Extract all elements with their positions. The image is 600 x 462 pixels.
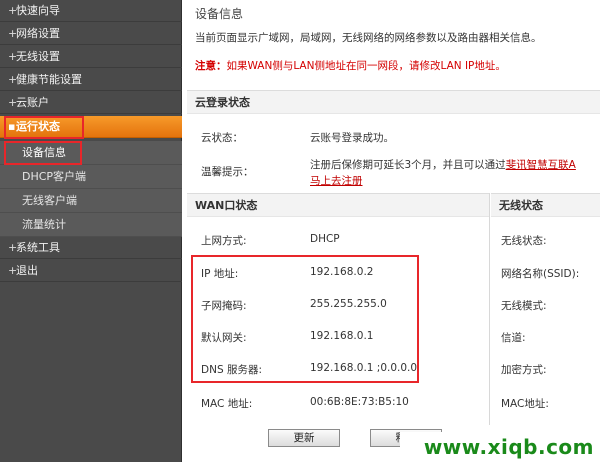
sidebar-item-power-saving[interactable]: +健康节能设置 bbox=[0, 69, 182, 91]
expand-plus-icon: + bbox=[8, 241, 18, 254]
sidebar-item-label: 系统工具 bbox=[16, 241, 60, 254]
expand-plus-icon: + bbox=[8, 27, 18, 40]
expand-plus-icon: + bbox=[8, 50, 18, 63]
wan-row-label: DNS 服务器: bbox=[201, 364, 262, 376]
sidebar-item-label: 退出 bbox=[16, 264, 38, 277]
sidebar-subitem-traffic-stats[interactable]: 流量统计 bbox=[0, 213, 182, 237]
refresh-button[interactable]: 更新 bbox=[268, 429, 340, 447]
wan-row-value: 255.255.255.0 bbox=[310, 298, 387, 310]
page-title: 设备信息 bbox=[195, 7, 244, 21]
sidebar-item-network-settings[interactable]: +网络设置 bbox=[0, 23, 182, 45]
wan-row-value: 00:6B:8E:73:B5:10 bbox=[310, 396, 409, 408]
wireless-row-label: 加密方式: bbox=[501, 364, 547, 376]
cloud-tip-label: 温馨提示： bbox=[201, 166, 254, 178]
sidebar-subitem-dhcp-clients[interactable]: DHCP客户端 bbox=[0, 165, 182, 189]
sidebar-item-label: 健康节能设置 bbox=[16, 73, 82, 86]
wireless-row-label: 信道: bbox=[501, 332, 526, 344]
notice-body: 如果WAN侧与LAN侧地址在同一网段，请修改LAN IP地址。 bbox=[226, 60, 506, 72]
site-watermark: www.xiqb.com bbox=[400, 432, 600, 462]
wan-row-value: 192.168.0.1 ;0.0.0.0 bbox=[310, 362, 418, 374]
notice-text: 注意：如果WAN侧与LAN侧地址在同一网段，请修改LAN IP地址。 bbox=[195, 58, 506, 73]
wan-row-label: 默认网关: bbox=[201, 332, 247, 344]
sidebar-item-quick-setup[interactable]: +快速向导 bbox=[0, 0, 182, 22]
sidebar-item-label: 网络设置 bbox=[16, 27, 60, 40]
cloud-status-value: 云账号登录成功。 bbox=[310, 132, 394, 144]
sidebar-nav: +快速向导 +网络设置 +无线设置 +健康节能设置 +云账户 ▪运行状态 设备信… bbox=[0, 0, 182, 462]
wan-status-heading: WAN口状态 bbox=[187, 193, 489, 217]
sidebar-item-system-tools[interactable]: +系统工具 bbox=[0, 237, 182, 259]
wan-row-value: 192.168.0.2 bbox=[310, 266, 374, 278]
expand-plus-icon: + bbox=[8, 264, 18, 277]
wan-row-label: 上网方式: bbox=[201, 235, 247, 247]
wireless-row-label: 无线状态: bbox=[501, 235, 547, 247]
cloud-tip-text: 注册后保修期可延长3个月，并且可以通过斐讯智慧互联A bbox=[310, 157, 576, 172]
sidebar-item-label: 运行状态 bbox=[16, 120, 60, 133]
register-link-row: 马上去注册 bbox=[310, 173, 363, 188]
sidebar-subitem-label: DHCP客户端 bbox=[22, 170, 87, 183]
wireless-status-heading: 无线状态 bbox=[491, 193, 600, 217]
wan-row-label: MAC 地址: bbox=[201, 398, 253, 410]
sidebar-item-label: 云账户 bbox=[16, 96, 49, 109]
sidebar-subitem-wireless-clients[interactable]: 无线客户端 bbox=[0, 189, 182, 213]
cloud-status-heading: 云登录状态 bbox=[187, 90, 600, 114]
column-divider bbox=[489, 193, 490, 425]
wan-row-value: DHCP bbox=[310, 233, 340, 245]
sidebar-item-running-status[interactable]: ▪运行状态 bbox=[0, 116, 182, 138]
cloud-tip-body: 注册后保修期可延长3个月，并且可以通过 bbox=[310, 159, 506, 171]
register-link[interactable]: 马上去注册 bbox=[310, 175, 363, 187]
wan-row-label: 子网掩码: bbox=[201, 300, 247, 312]
main-content: 设备信息 当前页面显示广域网，局域网，无线网络的网络参数以及路由器相关信息。 注… bbox=[183, 0, 600, 462]
cloud-status-label: 云状态： bbox=[201, 132, 243, 144]
cloud-tip-link[interactable]: 斐讯智慧互联A bbox=[506, 159, 576, 171]
sidebar-item-cloud-account[interactable]: +云账户 bbox=[0, 92, 182, 114]
expand-plus-icon: + bbox=[8, 96, 18, 109]
expand-plus-icon: + bbox=[8, 73, 18, 86]
notice-prefix: 注意： bbox=[195, 60, 227, 72]
page-description: 当前页面显示广域网，局域网，无线网络的网络参数以及路由器相关信息。 bbox=[195, 32, 542, 44]
wan-row-label: IP 地址: bbox=[201, 268, 239, 280]
sidebar-subitem-device-info[interactable]: 设备信息 bbox=[0, 141, 182, 165]
sidebar-item-wireless-settings[interactable]: +无线设置 bbox=[0, 46, 182, 68]
sidebar-subitem-label: 无线客户端 bbox=[22, 194, 77, 207]
active-bullet-icon: ▪ bbox=[8, 120, 16, 133]
sidebar-subitem-label: 设备信息 bbox=[22, 146, 66, 159]
sidebar-item-logout[interactable]: +退出 bbox=[0, 260, 182, 282]
sidebar-subitem-label: 流量统计 bbox=[22, 218, 66, 231]
wireless-row-label: 网络名称(SSID): bbox=[501, 268, 580, 280]
sidebar-item-label: 快速向导 bbox=[16, 4, 60, 17]
watermark-text: www.xiqb.com bbox=[423, 435, 594, 459]
expand-plus-icon: + bbox=[8, 4, 18, 17]
wireless-row-label: 无线模式: bbox=[501, 300, 547, 312]
wan-row-value: 192.168.0.1 bbox=[310, 330, 374, 342]
sidebar-item-label: 无线设置 bbox=[16, 50, 60, 63]
wireless-row-label: MAC地址: bbox=[501, 398, 549, 410]
